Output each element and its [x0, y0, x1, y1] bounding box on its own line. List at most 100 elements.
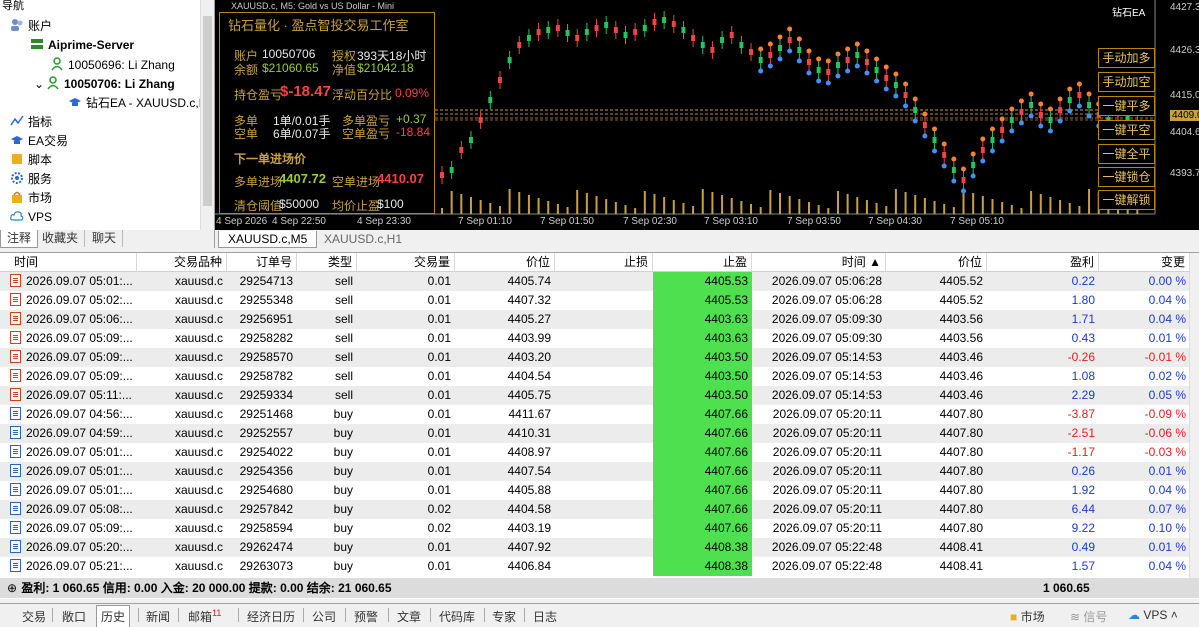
- col-sl-cell: [555, 329, 653, 348]
- col-tp-header[interactable]: 止盈: [653, 253, 752, 272]
- tab-articles[interactable]: 文章: [397, 608, 421, 625]
- nav-item-services[interactable]: 服务: [10, 170, 52, 189]
- col-volume-cell: 0.01: [427, 407, 451, 421]
- col-sl-cell: [555, 462, 653, 481]
- col-sl-cell: [555, 348, 653, 367]
- col-close-time-cell: 2026.09.07 05:22:48: [771, 559, 882, 573]
- price-chart[interactable]: XAUUSD.c, M5: Gold vs US Dollar - Mini 钻…: [215, 0, 1199, 230]
- col-sl-cell: [555, 272, 653, 291]
- tab-mailbox-label: 邮箱: [188, 610, 213, 624]
- col-change-cell: 0.04 %: [1148, 312, 1186, 326]
- nav-item-scripts[interactable]: 脚本: [10, 151, 52, 170]
- col-type-cell: sell: [334, 274, 353, 288]
- col-change-header[interactable]: 变更: [1099, 253, 1190, 272]
- expand-icon[interactable]: ⊕: [6, 578, 18, 598]
- lock-button[interactable]: 一键锁仓: [1098, 167, 1155, 187]
- col-price-cell: 4403.99: [507, 331, 551, 345]
- manual-sell-button[interactable]: 手动加空: [1098, 72, 1155, 92]
- col-type-header[interactable]: 类型: [297, 253, 357, 272]
- col-type-cell: buy: [333, 445, 353, 459]
- tab-history[interactable]: 历史: [96, 605, 131, 627]
- col-profit-cell: -1.17: [1067, 445, 1095, 459]
- mail-badge: 11: [212, 608, 222, 618]
- tab-codebase[interactable]: 代码库: [439, 608, 475, 625]
- scrollbar-thumb[interactable]: [203, 16, 212, 206]
- tab-chart-h1[interactable]: XAUUSD.c,H1: [315, 231, 411, 247]
- status-vps[interactable]: ☁ VPS ˄: [1128, 608, 1178, 622]
- tab-news[interactable]: 新闻: [146, 608, 170, 625]
- price-label: 4404.60: [1170, 127, 1199, 138]
- table-scrollbar[interactable]: [1189, 253, 1199, 579]
- col-type-cell: sell: [334, 331, 353, 345]
- col-volume-cell: 0.01: [427, 274, 451, 288]
- navigator-scrollbar[interactable]: [200, 0, 214, 230]
- tab-favorites[interactable]: 收藏夹: [36, 230, 86, 247]
- col-volume-header[interactable]: 交易量: [357, 253, 455, 272]
- col-price-cell: 4406.84: [507, 559, 551, 573]
- manual-buy-button[interactable]: 手动加多: [1098, 48, 1155, 68]
- info-buy-entry: 4407.72: [279, 171, 326, 186]
- col-profit-header[interactable]: 盈利: [987, 253, 1099, 272]
- nav-item-accounts[interactable]: 账户: [10, 17, 52, 36]
- order-doc-icon: [10, 274, 21, 287]
- nav-item-server[interactable]: Aiprime-Server: [30, 36, 134, 55]
- col-sl-cell: [555, 443, 653, 462]
- unlock-button[interactable]: 一键解锁: [1098, 190, 1155, 210]
- col-open-time-cell: 2026.09.07 04:56:...: [0, 405, 137, 424]
- col-sl-cell: [555, 500, 653, 519]
- tab-chat[interactable]: 聊天: [86, 230, 124, 247]
- tab-journal[interactable]: 日志: [533, 608, 557, 625]
- price-label: 4393.75: [1170, 168, 1199, 179]
- col-price-cell: 4404.54: [507, 369, 551, 383]
- col-price-header[interactable]: 价位: [455, 253, 555, 272]
- info-profit-stop-label: 均价止盈: [332, 199, 381, 213]
- tab-economic-calendar[interactable]: 经济日历: [247, 608, 295, 625]
- col-sl-header[interactable]: 止损: [555, 253, 653, 272]
- nav-item-ea-trading[interactable]: EA交易: [10, 132, 68, 151]
- col-close-price-cell: 4407.80: [939, 502, 983, 516]
- info-long-pl: +0.37: [396, 112, 427, 126]
- tab-trade[interactable]: 交易: [22, 608, 46, 625]
- nav-item-account-2[interactable]: ⌄ 10050706: Li Zhang: [34, 75, 175, 94]
- user-icon: [51, 57, 63, 71]
- col-tp-cell: 4408.38: [653, 538, 752, 557]
- col-open-time-header[interactable]: 时间: [0, 253, 137, 272]
- nav-item-ea[interactable]: 钻石EA - XAUUSD.c,M5: [68, 94, 214, 113]
- col-order-header[interactable]: 订单号: [227, 253, 297, 272]
- order-doc-icon: [10, 540, 21, 553]
- col-order-cell: 29254022: [239, 445, 293, 459]
- tab-notes[interactable]: 注释: [0, 230, 39, 248]
- info-floating: $-18.47: [280, 83, 331, 100]
- col-close-time-cell: 2026.09.07 05:09:30: [771, 312, 882, 326]
- nav-item-vps[interactable]: VPS: [10, 208, 52, 227]
- close-all-button[interactable]: 一键全平: [1098, 144, 1155, 164]
- col-profit-cell: 1.92: [1071, 483, 1095, 497]
- col-close-price-header[interactable]: 价位: [886, 253, 987, 272]
- time-label: 4 Sep 23:30: [357, 216, 411, 227]
- order-doc-icon: [10, 331, 21, 344]
- col-close-price-cell: 4403.46: [939, 388, 983, 402]
- tab-alerts[interactable]: 预警: [354, 608, 378, 625]
- close-shorts-button[interactable]: 一键平空: [1098, 120, 1155, 140]
- tab-experts[interactable]: 专家: [492, 608, 516, 625]
- user-icon: [47, 76, 59, 90]
- gear-icon: [11, 172, 23, 184]
- status-signals[interactable]: ≋ 信号: [1070, 608, 1107, 625]
- tab-company[interactable]: 公司: [312, 608, 336, 625]
- tab-exposure[interactable]: 敞口: [62, 608, 86, 625]
- nav-item-market[interactable]: 市场: [10, 189, 52, 208]
- nav-item-indicators[interactable]: 指标: [10, 113, 52, 132]
- col-symbol-header[interactable]: 交易品种: [137, 253, 227, 272]
- collapse-icon[interactable]: ⌄: [34, 75, 46, 94]
- server-icon: [31, 39, 43, 49]
- col-price-cell: 4403.20: [507, 350, 551, 364]
- col-close-price-cell: 4407.80: [939, 464, 983, 478]
- info-short: 6单/0.07手: [273, 127, 331, 141]
- close-longs-button[interactable]: 一键平多: [1098, 96, 1155, 116]
- col-close-time-header[interactable]: 时间 ▲: [752, 253, 886, 272]
- status-market[interactable]: ■ 市场: [1010, 608, 1045, 625]
- col-type-cell: sell: [334, 350, 353, 364]
- nav-item-account-1[interactable]: 10050696: Li Zhang: [50, 56, 175, 75]
- tab-mailbox[interactable]: 邮箱11: [188, 608, 221, 625]
- tab-chart-m5[interactable]: XAUUSD.c,M5: [218, 231, 318, 248]
